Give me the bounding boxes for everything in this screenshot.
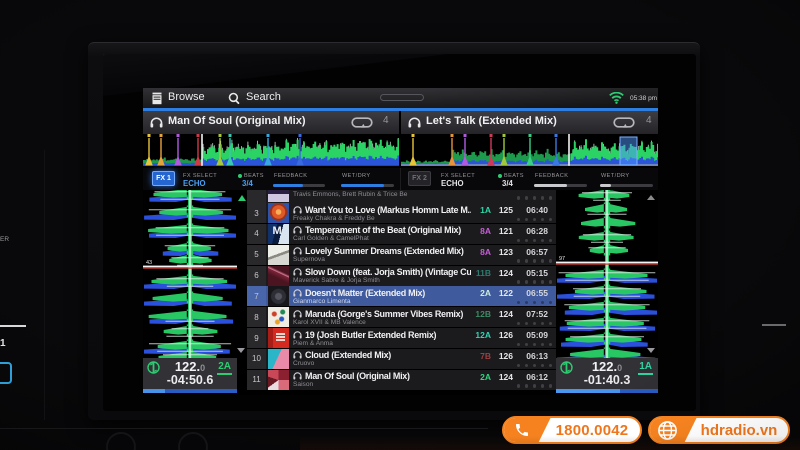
svg-text:97: 97 [559,256,565,262]
svg-text:43: 43 [146,260,152,266]
